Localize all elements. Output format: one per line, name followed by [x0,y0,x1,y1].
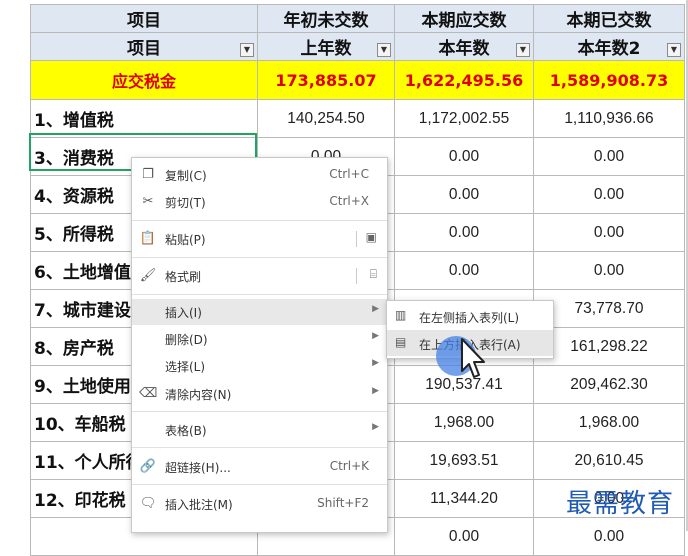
menu-vertical-divider [356,268,357,284]
value-cell[interactable]: 19,693.51 [394,441,534,480]
total-value-cell[interactable]: 173,885.07 [257,60,395,100]
filter-dropdown-icon[interactable]: ▼ [667,43,681,57]
comment-icon: 🗨 [139,496,157,511]
menu-separator [132,257,387,258]
header-cell[interactable]: 项目 [30,4,258,33]
link-icon: 🔗 [139,459,157,474]
header-cell[interactable]: 本期应交数 [394,4,534,33]
menu-item-hyperlink[interactable]: 🔗 超链接(H)... Ctrl+K [132,454,387,480]
value-cell[interactable]: 0.00 [533,251,685,290]
value-cell[interactable]: 140,254.50 [257,99,395,138]
chevron-right-icon: ▶ [372,422,379,432]
brush-icon: 🖌 [139,268,157,283]
menu-separator [132,411,387,412]
menu-item-insert-comment[interactable]: 🗨 插入批注(M) Shift+F2 [132,491,387,517]
value-cell[interactable]: 1,172,002.55 [394,99,534,138]
total-label-cell[interactable]: 应交税金 [30,60,258,100]
header-cell[interactable]: 年初未交数 [257,4,395,33]
paste-options-icon[interactable]: ▣ [366,230,377,244]
table-column-icon: ▥ [395,308,407,322]
chevron-right-icon: ▶ [372,386,379,396]
format-painter-option-icon[interactable]: ⌸ [370,267,377,282]
filter-dropdown-icon[interactable]: ▼ [516,43,530,57]
filter-dropdown-icon[interactable]: ▼ [377,43,391,57]
value-cell[interactable]: 0.00 [394,137,534,176]
value-cell[interactable]: 1,968.00 [533,403,685,442]
value-cell[interactable]: 1,110,936.66 [533,99,685,138]
menu-item-table[interactable]: 表格(B) ▶ [132,417,387,443]
mouse-pointer-icon [461,338,485,378]
header-cell[interactable]: 本期已交数 [533,4,685,33]
menu-separator [132,447,387,448]
chevron-right-icon: ▶ [372,358,379,368]
total-value-cell[interactable]: 1,589,908.73 [533,60,685,100]
menu-separator [132,220,387,221]
value-cell[interactable]: 11,344.20 [394,479,534,518]
menu-item-cut[interactable]: ✂ 剪切(T) Ctrl+X [132,189,387,215]
chevron-right-icon: ▶ [372,331,379,341]
eraser-icon: ⌫ [139,386,158,401]
menu-item-delete[interactable]: 删除(D) ▶ [132,326,387,352]
value-cell[interactable]: 209,462.30 [533,365,685,404]
submenu-insert-column-left[interactable]: ▥ 在左侧插入表列(L) [387,303,553,329]
value-cell[interactable]: 0.00 [533,213,685,252]
value-cell[interactable]: 0.00 [394,213,534,252]
scissors-icon: ✂ [142,194,154,209]
value-cell[interactable]: 0.00 [533,175,685,214]
value-cell[interactable]: 1,968.00 [394,403,534,442]
menu-item-copy[interactable]: ❐ 复制(C) Ctrl+C [132,162,387,188]
clipboard-icon: 📋 [139,231,157,246]
menu-item-paste[interactable]: 📋 粘贴(P) ▣ [132,226,387,252]
header-cell[interactable]: 项目 ▼ [30,32,258,61]
value-cell[interactable]: 20,610.45 [533,441,685,480]
menu-vertical-divider [356,231,357,247]
header-row-1: 项目 年初未交数 本期应交数 本期已交数 [30,4,685,33]
context-menu: ❐ 复制(C) Ctrl+C ✂ 剪切(T) Ctrl+X 📋 粘贴(P) ▣ … [131,157,388,533]
value-cell[interactable]: 0.00 [533,517,685,556]
header-cell[interactable]: 本年数2 ▼ [533,32,685,61]
header-cell[interactable]: 本年数 ▼ [394,32,534,61]
copy-icon: ❐ [142,167,154,182]
menu-item-format-painter[interactable]: 🖌 格式刷 ⌸ [132,263,387,289]
value-cell[interactable]: 161,298.22 [533,327,685,366]
value-cell[interactable]: 0.00 [394,517,534,556]
menu-separator [132,294,387,295]
total-row: 应交税金 173,885.07 1,622,495.56 1,589,908.7… [30,60,685,100]
header-cell[interactable]: 上年数 ▼ [257,32,395,61]
menu-item-select[interactable]: 选择(L) ▶ [132,353,387,379]
header-row-2: 项目 ▼ 上年数 ▼ 本年数 ▼ 本年数2 ▼ [30,32,685,61]
total-value-cell[interactable]: 1,622,495.56 [394,60,534,100]
filter-dropdown-icon[interactable]: ▼ [240,43,254,57]
value-cell[interactable]: 0.00 [394,251,534,290]
value-cell[interactable]: 73,778.70 [533,289,685,328]
value-cell[interactable]: 0.00 [533,137,685,176]
menu-item-clear[interactable]: ⌫ 清除内容(N) ▶ [132,381,387,407]
table-row-icon: ▤ [395,335,407,349]
chevron-right-icon: ▶ [372,304,379,314]
menu-item-insert[interactable]: 插入(I) ▶ [132,299,387,325]
value-cell[interactable]: 0.00 [394,175,534,214]
row-label-cell[interactable]: 1、增值税 [30,99,258,138]
table-row: 1、增值税 140,254.50 1,172,002.55 1,110,936.66 [30,99,685,138]
menu-separator [132,484,387,485]
watermark: 最需教育 [566,489,675,519]
